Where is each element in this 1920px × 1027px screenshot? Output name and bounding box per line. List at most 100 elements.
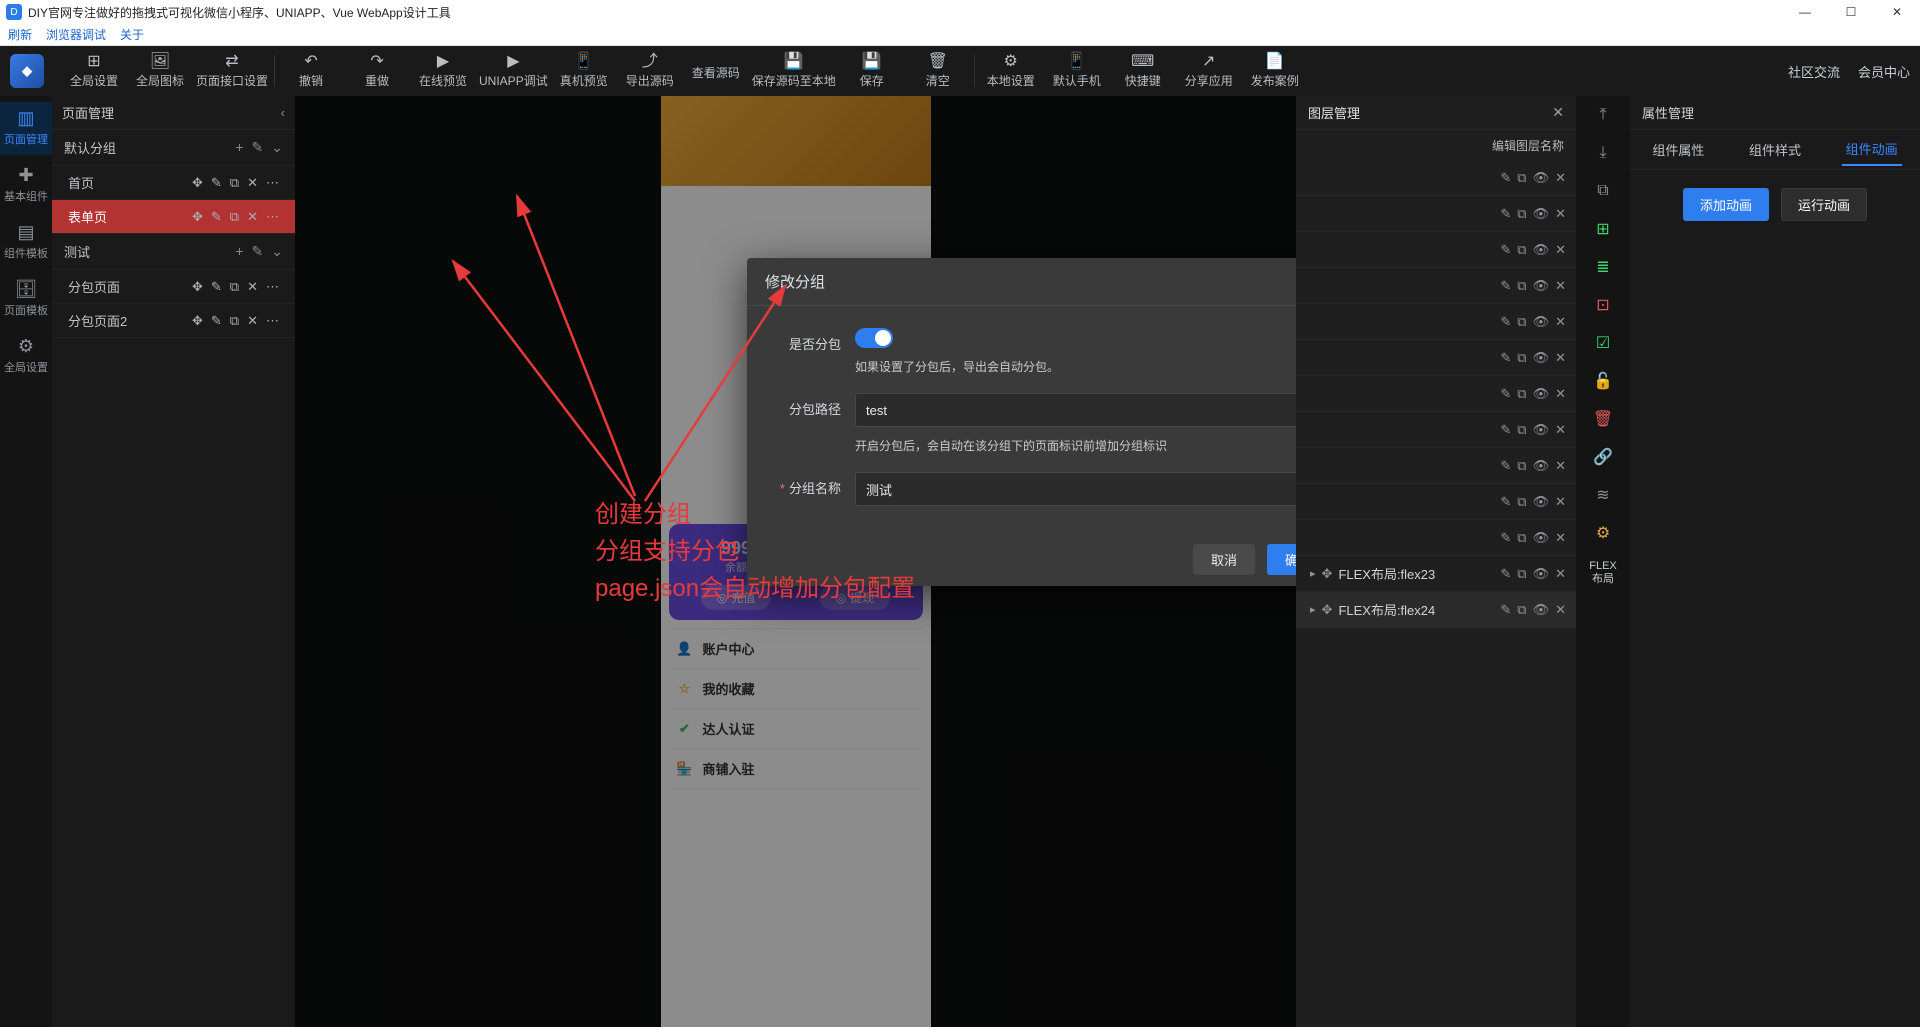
visibility-icon[interactable]: 👁 <box>1533 458 1550 474</box>
layer-row[interactable]: ✎⧉👁✕ <box>1296 448 1576 484</box>
visibility-icon[interactable]: 👁 <box>1533 494 1550 510</box>
gear-icon[interactable]: ⚙ <box>1592 522 1614 544</box>
page-item[interactable]: 表单页✥✎⧉✕⋯ <box>52 200 295 234</box>
delete-icon[interactable]: ✕ <box>1555 566 1566 582</box>
page-item[interactable]: 分包页面✥✎⧉✕⋯ <box>52 270 295 304</box>
visibility-icon[interactable]: 👁 <box>1533 422 1550 438</box>
rail-基本组件[interactable]: ✚基本组件 <box>0 159 52 212</box>
more-icon[interactable]: ⋯ <box>266 209 279 225</box>
toolbar-查看源码[interactable]: 查看源码 <box>686 48 746 94</box>
delete-icon[interactable]: ✕ <box>1555 278 1566 294</box>
delete-icon[interactable]: ✕ <box>1555 458 1566 474</box>
layer-row[interactable]: ✎⧉👁✕ <box>1296 376 1576 412</box>
layers-icon[interactable]: ≋ <box>1592 484 1614 506</box>
add-page-icon[interactable]: + <box>235 243 243 260</box>
menu-browser-debug[interactable]: 浏览器调试 <box>46 26 106 43</box>
toolbar-分享应用[interactable]: ↗分享应用 <box>1179 48 1239 94</box>
link-community[interactable]: 社区交流 <box>1788 62 1840 81</box>
delete-icon[interactable]: ✕ <box>1555 206 1566 222</box>
move-icon[interactable]: ✥ <box>1322 566 1333 582</box>
tree-toggle-icon[interactable]: ▸ <box>1310 603 1316 616</box>
visibility-icon[interactable]: 👁 <box>1533 350 1550 366</box>
copy-icon[interactable]: ⧉ <box>1517 242 1526 258</box>
tree-toggle-icon[interactable]: ▸ <box>1310 567 1316 580</box>
copy-icon[interactable]: ⧉ <box>230 209 239 225</box>
toolbar-清空[interactable]: 🗑清空 <box>908 48 968 94</box>
delete-icon[interactable]: ✕ <box>1555 386 1566 402</box>
layer-row[interactable]: ✎ ⧉ 👁 ✕ <box>1296 340 1576 376</box>
visibility-icon[interactable]: 👁 <box>1533 566 1550 582</box>
edit-icon[interactable]: ✎ <box>1500 206 1511 222</box>
more-icon[interactable]: ⋯ <box>266 175 279 191</box>
edit-icon[interactable]: ✎ <box>1500 386 1511 402</box>
menu-about[interactable]: 关于 <box>120 26 144 43</box>
edit-icon[interactable]: ✎ <box>211 209 222 225</box>
delete-icon[interactable]: ✕ <box>1555 530 1566 546</box>
delete-icon[interactable]: ✕ <box>1555 242 1566 258</box>
tab-组件动画[interactable]: 组件动画 <box>1842 133 1902 166</box>
maximize-button[interactable]: ☐ <box>1828 0 1874 24</box>
edit-icon[interactable]: ✎ <box>1500 566 1511 582</box>
confirm-button[interactable]: 确定 <box>1267 544 1296 575</box>
tab-组件样式[interactable]: 组件样式 <box>1745 134 1805 165</box>
component-icon[interactable]: ⊡ <box>1592 294 1614 316</box>
edit-group-icon[interactable]: ✎ <box>252 243 264 260</box>
copy-icon[interactable]: ⧉ <box>1517 530 1526 546</box>
copy-icon[interactable]: ⧉ <box>1517 386 1526 402</box>
layer-row[interactable]: ✎⧉👁✕ <box>1296 196 1576 232</box>
minimize-button[interactable]: — <box>1782 0 1828 24</box>
copy-icon[interactable]: ⧉ <box>1517 350 1526 366</box>
delete-icon[interactable]: ✕ <box>1555 494 1566 510</box>
copy-icon[interactable]: ⧉ <box>1517 494 1526 510</box>
rail-页面管理[interactable]: ▥页面管理 <box>0 102 52 155</box>
toolbar-在线预览[interactable]: ▶在线预览 <box>413 48 473 94</box>
layer-row[interactable]: ✎⧉👁✕ <box>1296 484 1576 520</box>
move-icon[interactable]: ✥ <box>192 209 203 225</box>
edit-layer-name-link[interactable]: 编辑图层名称 <box>1492 137 1564 154</box>
delete-icon[interactable]: 🗑 <box>1592 408 1614 430</box>
list-icon[interactable]: ≣ <box>1592 256 1614 278</box>
copy-icon[interactable]: ⧉ <box>1517 602 1526 618</box>
flex-layout-label[interactable]: FLEX 布局 <box>1589 560 1617 586</box>
delete-icon[interactable]: ✕ <box>1555 602 1566 618</box>
toolbar-撤销[interactable]: ↶撤销 <box>281 48 341 94</box>
copy-icon[interactable]: ⧉ <box>230 313 239 329</box>
copy-icon[interactable]: ⧉ <box>230 279 239 295</box>
toolbar-保存[interactable]: 💾保存 <box>842 48 902 94</box>
delete-icon[interactable]: ✕ <box>1555 350 1566 366</box>
link-icon[interactable]: 🔗 <box>1592 446 1614 468</box>
toolbar-真机预览[interactable]: 📱真机预览 <box>554 48 614 94</box>
layer-row[interactable]: ✎⧉👁✕ <box>1296 412 1576 448</box>
copy-icon[interactable]: ⧉ <box>1517 566 1526 582</box>
page-group[interactable]: 测试+✎⌄ <box>52 234 295 270</box>
rail-组件模板[interactable]: ▤组件模板 <box>0 216 52 269</box>
visibility-icon[interactable]: 👁 <box>1533 530 1550 546</box>
edit-icon[interactable]: ✎ <box>1500 602 1511 618</box>
layer-row[interactable]: ✎⧉👁✕ <box>1296 520 1576 556</box>
visibility-icon[interactable]: 👁 <box>1533 242 1550 258</box>
toolbar-默认手机[interactable]: 📱默认手机 <box>1047 48 1107 94</box>
align-top-icon[interactable]: ⤒ <box>1592 104 1614 126</box>
toolbar-保存源码至本地[interactable]: 💾保存源码至本地 <box>752 48 836 94</box>
toolbar-发布案例[interactable]: 📄发布案例 <box>1245 48 1305 94</box>
page-item[interactable]: 分包页面2✥✎⧉✕⋯ <box>52 304 295 338</box>
move-icon[interactable]: ✥ <box>192 279 203 295</box>
edit-icon[interactable]: ✎ <box>1500 278 1511 294</box>
toolbar-本地设置[interactable]: ⚙本地设置 <box>981 48 1041 94</box>
toolbar-重做[interactable]: ↷重做 <box>347 48 407 94</box>
copy-icon[interactable]: ⧉ <box>1517 206 1526 222</box>
edit-icon[interactable]: ✎ <box>1500 350 1511 366</box>
layer-row[interactable]: ✎⧉👁✕ <box>1296 232 1576 268</box>
layer-row[interactable]: ✎⧉👁✕ <box>1296 160 1576 196</box>
page-group[interactable]: 默认分组+✎⌄ <box>52 130 295 166</box>
collapse-panel-icon[interactable]: ‹ <box>281 105 285 120</box>
layers-close-icon[interactable]: ✕ <box>1552 104 1564 121</box>
add-animation-button[interactable]: 添加动画 <box>1683 188 1769 221</box>
delete-icon[interactable]: ✕ <box>1555 422 1566 438</box>
delete-icon[interactable]: ✕ <box>1555 170 1566 186</box>
edit-icon[interactable]: ✎ <box>1500 422 1511 438</box>
cancel-button[interactable]: 取消 <box>1193 544 1255 575</box>
layer-row[interactable]: ▸✥FLEX布局:flex23✎⧉👁✕ <box>1296 556 1576 592</box>
chevron-down-icon[interactable]: ⌄ <box>271 139 283 156</box>
copy-icon[interactable]: ⧉ <box>1517 314 1526 330</box>
